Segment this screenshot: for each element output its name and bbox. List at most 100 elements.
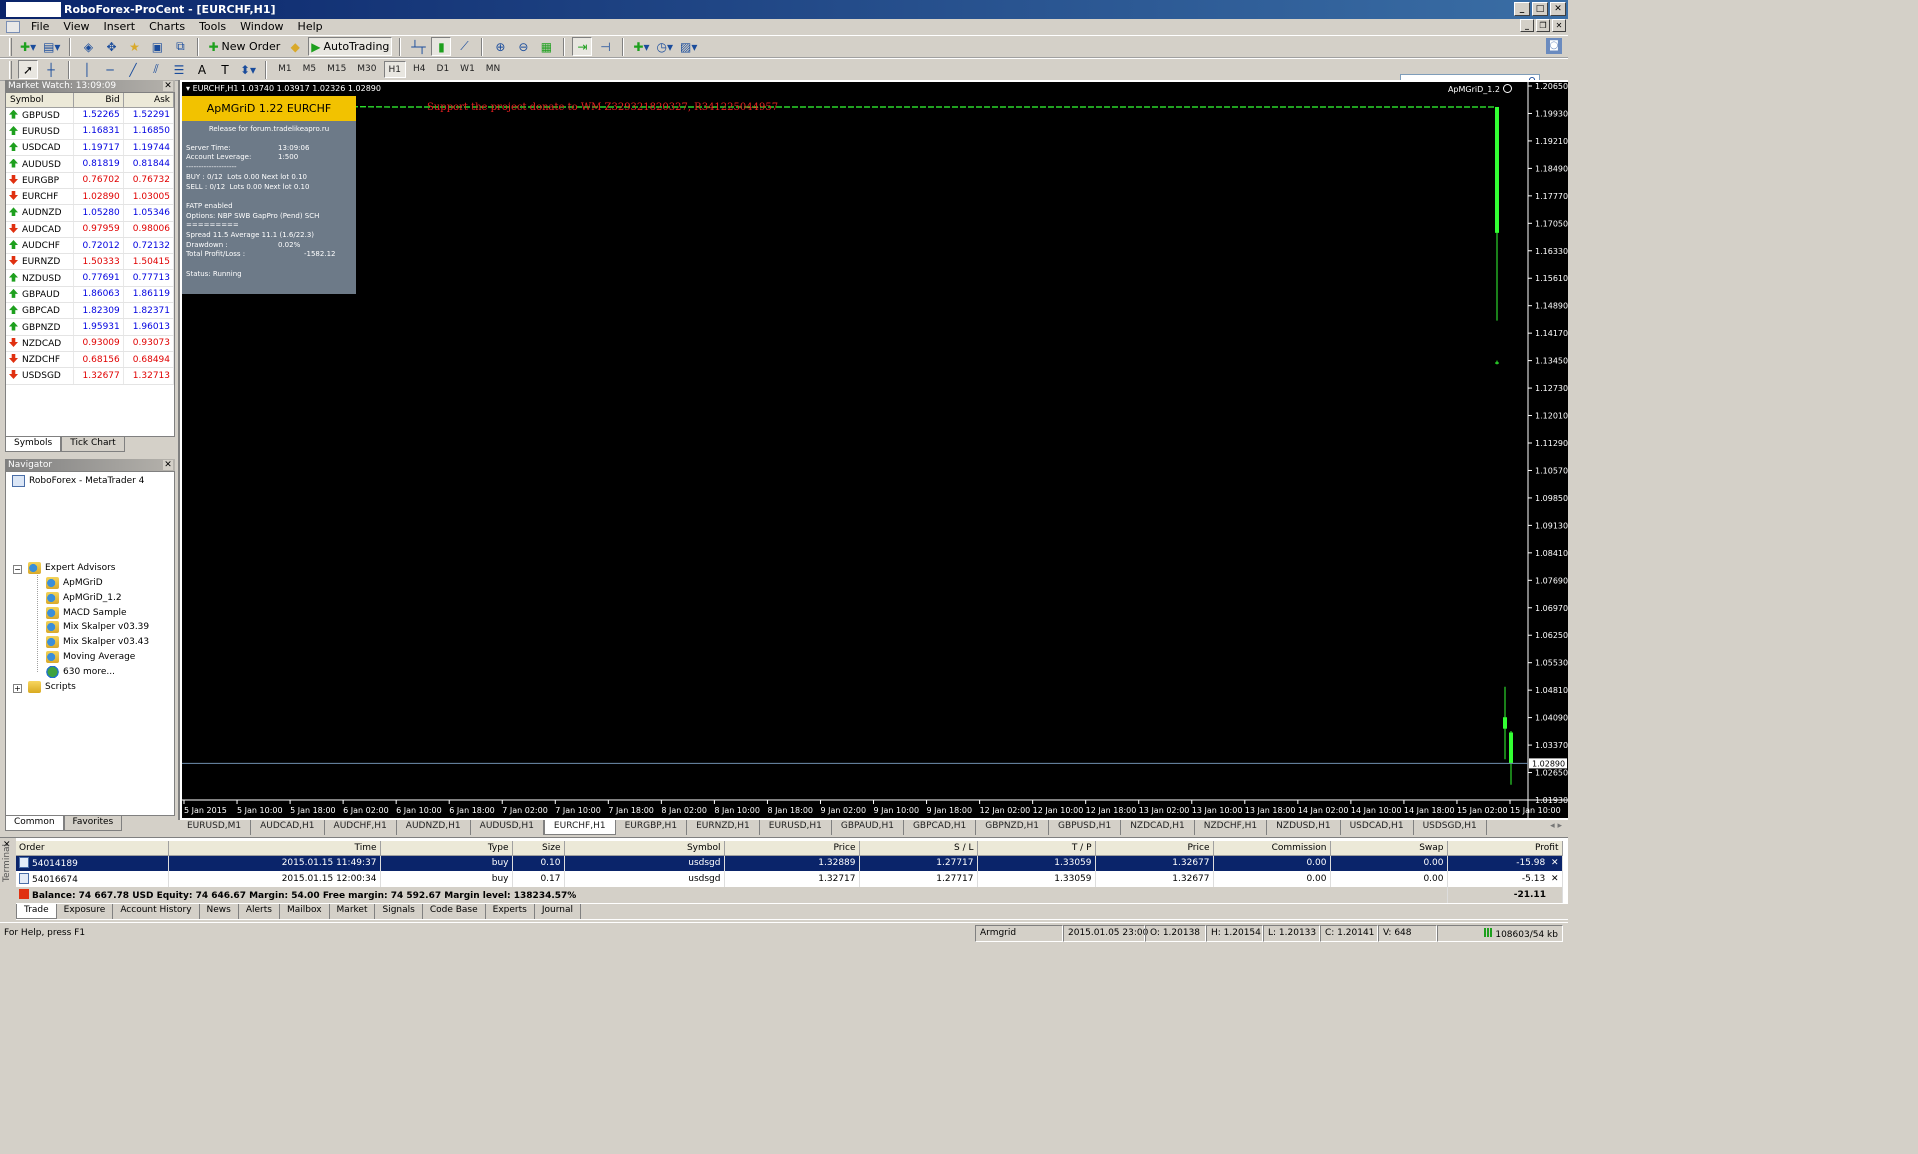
strategy-tester-icon[interactable]: ⧉ <box>170 37 190 56</box>
column-header[interactable]: T / P <box>977 841 1096 856</box>
menu-window[interactable]: Window <box>233 20 290 33</box>
chart-shift-icon[interactable]: ⊣ <box>595 37 615 56</box>
tree-item-expert[interactable]: Mix Skalper v03.39 <box>46 621 149 633</box>
timeframe-h4[interactable]: H4 <box>409 61 430 78</box>
market-watch-row[interactable]: GBPNZD 1.95931 1.96013 <box>6 318 175 336</box>
terminal-icon[interactable]: ▣ <box>147 37 167 56</box>
market-watch-row[interactable]: USDCAD 1.19717 1.19744 <box>6 139 175 157</box>
mdi-close-button[interactable]: ✕ <box>1552 19 1566 32</box>
line-chart-icon[interactable]: ⟋ <box>454 37 474 56</box>
column-header[interactable]: Commission <box>1213 841 1331 856</box>
column-symbol[interactable]: Symbol <box>6 93 74 108</box>
candlestick-icon[interactable]: ▮ <box>431 37 452 56</box>
chart-tab[interactable]: GBPUSD,H1 <box>1049 820 1122 835</box>
menu-tools[interactable]: Tools <box>192 20 233 33</box>
terminal-tab[interactable]: Signals <box>375 904 423 919</box>
chart-tab[interactable]: AUDNZD,H1 <box>397 820 471 835</box>
market-watch-row[interactable]: GBPUSD 1.52265 1.52291 <box>6 107 175 124</box>
terminal-tab[interactable]: Mailbox <box>280 904 330 919</box>
chart-tab[interactable]: NZDCHF,H1 <box>1195 820 1268 835</box>
collapse-icon[interactable]: − <box>13 565 22 574</box>
tab-favorites[interactable]: Favorites <box>63 816 123 831</box>
horizontal-line-icon[interactable]: ─ <box>100 60 120 79</box>
market-watch-row[interactable]: NZDCAD 0.93009 0.93073 <box>6 335 175 352</box>
chart-tab[interactable]: NZDUSD,H1 <box>1267 820 1341 835</box>
maximize-button[interactable]: □ <box>1532 2 1548 16</box>
chart-tab[interactable]: EURCHF,H1 <box>543 820 616 835</box>
expert-label[interactable]: ApMGriD_1.2 <box>1448 84 1512 94</box>
mdi-minimize-button[interactable]: _ <box>1520 19 1534 32</box>
fibonacci-icon[interactable]: ☰ <box>169 60 189 79</box>
chart-tab[interactable]: EURUSD,H1 <box>760 820 832 835</box>
terminal-tab[interactable]: Experts <box>486 904 535 919</box>
menu-insert[interactable]: Insert <box>97 20 143 33</box>
text-icon[interactable]: A <box>192 60 212 79</box>
timeframe-d1[interactable]: D1 <box>433 61 454 78</box>
market-watch-row[interactable]: AUDNZD 1.05280 1.05346 <box>6 204 175 222</box>
close-order-icon[interactable]: ✕ <box>1551 858 1559 868</box>
periods-icon[interactable]: ◷▾ <box>655 37 676 56</box>
chart-tab[interactable]: EURGBP,H1 <box>616 820 688 835</box>
arrows-icon[interactable]: ⬍▾ <box>238 60 258 79</box>
timeframe-m5[interactable]: M5 <box>299 61 321 78</box>
column-header[interactable]: Size <box>512 841 565 856</box>
menu-view[interactable]: View <box>56 20 96 33</box>
market-watch-row[interactable]: AUDUSD 0.81819 0.81844 <box>6 155 175 173</box>
text-label-icon[interactable]: T <box>215 60 235 79</box>
market-watch-row[interactable]: USDSGD 1.32677 1.32713 <box>6 367 175 385</box>
market-watch-row[interactable]: EURUSD 1.16831 1.16850 <box>6 123 175 141</box>
tab-common[interactable]: Common <box>5 816 64 831</box>
community-icon[interactable]: ◙ <box>1546 38 1562 54</box>
templates-icon[interactable]: ▨▾ <box>678 37 699 56</box>
tree-item-expert[interactable]: Moving Average <box>46 651 135 663</box>
autoscroll-icon[interactable]: ⇥ <box>572 37 593 56</box>
column-header[interactable]: Profit <box>1447 841 1563 856</box>
autotrading-button[interactable]: ▶ AutoTrading <box>308 37 393 56</box>
navigator-icon[interactable]: ★ <box>124 37 144 56</box>
menu-file[interactable]: File <box>24 20 56 33</box>
chart-tab[interactable]: USDCAD,H1 <box>1341 820 1414 835</box>
terminal-tab[interactable]: Journal <box>535 904 581 919</box>
tree-root[interactable]: RoboForex - MetaTrader 4 <box>12 475 144 487</box>
column-header[interactable]: Time <box>168 841 381 856</box>
indicators-icon[interactable]: ✚ ▾ <box>631 37 651 56</box>
chart-tab[interactable]: GBPAUD,H1 <box>832 820 904 835</box>
market-watch-row[interactable]: EURNZD 1.50333 1.50415 <box>6 253 175 271</box>
tree-item-expert[interactable]: Mix Skalper v03.43 <box>46 636 149 648</box>
timeframe-m15[interactable]: M15 <box>323 61 350 78</box>
close-button[interactable]: ✕ <box>1550 2 1566 16</box>
trendline-icon[interactable]: ╱ <box>123 60 143 79</box>
bar-chart-icon[interactable]: ┴┬ <box>408 37 428 56</box>
chart-tab[interactable]: GBPCAD,H1 <box>904 820 977 835</box>
tree-item-expert[interactable]: ApMGriD_1.2 <box>46 592 122 604</box>
column-ask[interactable]: Ask <box>123 93 175 108</box>
order-row[interactable]: 54016674 2015.01.15 12:00:34 buy 0.17 usdsgd… <box>16 871 1563 887</box>
crosshair-icon[interactable]: ┼ <box>41 60 61 79</box>
tab-scroll-icon[interactable]: ◂ ▸ <box>1550 821 1562 831</box>
market-watch-row[interactable]: EURGBP 0.76702 0.76732 <box>6 172 175 189</box>
tile-windows-icon[interactable]: ▦ <box>536 37 556 56</box>
menu-charts[interactable]: Charts <box>142 20 192 33</box>
market-watch-row[interactable]: NZDUSD 0.77691 0.77713 <box>6 269 175 287</box>
terminal-tab[interactable]: Code Base <box>423 904 486 919</box>
chart-tab[interactable]: GBPNZD,H1 <box>976 820 1050 835</box>
column-header[interactable]: S / L <box>859 841 978 856</box>
close-icon[interactable]: ✕ <box>163 460 173 470</box>
close-order-icon[interactable]: ✕ <box>1551 874 1559 884</box>
document-icon[interactable] <box>6 20 20 33</box>
new-chart-icon[interactable]: ✚ ▾ <box>18 37 38 56</box>
profiles-icon[interactable]: ▤▾ <box>41 37 62 56</box>
zoom-out-icon[interactable]: ⊖ <box>513 37 533 56</box>
chart-tab[interactable]: USDSGD,H1 <box>1414 820 1487 835</box>
terminal-tab[interactable]: Alerts <box>239 904 280 919</box>
cursor-icon[interactable]: ➚ <box>18 60 38 79</box>
market-watch-row[interactable]: EURCHF 1.02890 1.03005 <box>6 188 175 206</box>
chart-tab[interactable]: AUDCHF,H1 <box>325 820 397 835</box>
menu-help[interactable]: Help <box>291 20 330 33</box>
data-window-icon[interactable]: ✥ <box>101 37 121 56</box>
timeframe-h1[interactable]: H1 <box>383 61 407 78</box>
chart-tab[interactable]: NZDCAD,H1 <box>1121 820 1195 835</box>
close-icon[interactable]: ✕ <box>163 81 173 91</box>
tab-tick-chart[interactable]: Tick Chart <box>61 437 125 452</box>
terminal-tab[interactable]: Trade <box>16 904 57 919</box>
